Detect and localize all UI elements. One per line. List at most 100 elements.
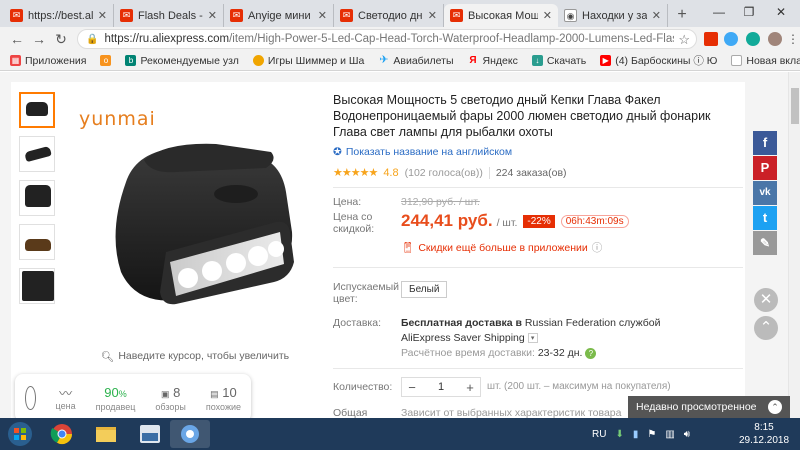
twitter-icon[interactable]: t: [753, 206, 777, 230]
thumbnail-4[interactable]: [19, 224, 55, 260]
rating-votes[interactable]: (102 голоса(ов)): [405, 167, 483, 179]
yandex-icon: Я: [469, 55, 477, 66]
tray-arrow-icon[interactable]: ⬇: [615, 429, 623, 440]
delivery-destination[interactable]: Russian Federation службой: [522, 317, 661, 329]
bookmark-flights[interactable]: ✈ Авиабилеты: [378, 55, 453, 67]
rating-stars[interactable]: ★★★★★: [333, 166, 378, 179]
bookmark-new-tab[interactable]: Новая вкладка: [731, 55, 800, 67]
chevron-down-icon[interactable]: ▾: [527, 333, 538, 344]
color-row: Испускаемый цвет: Белый: [333, 281, 743, 305]
menu-kebab-icon[interactable]: ⋮: [784, 30, 800, 48]
forward-icon[interactable]: →: [30, 30, 48, 48]
chevron-up-icon[interactable]: ⌃: [768, 400, 782, 414]
color-option-white[interactable]: Белый: [401, 281, 448, 298]
quantity-row: Количество: − 1 + шт. (200 шт. – максиму…: [333, 377, 743, 397]
maximize-button[interactable]: ❐: [736, 3, 762, 21]
extension-aliexpress-icon[interactable]: [704, 32, 718, 46]
thumbnail-2[interactable]: [19, 136, 55, 172]
bookmark-download[interactable]: ↓ Скачать: [531, 55, 586, 67]
delivery-row: Доставка: Бесплатная доставка в Russian …: [333, 317, 743, 360]
close-icon[interactable]: ✕: [543, 9, 552, 22]
facebook-icon[interactable]: f: [753, 131, 777, 155]
increment-button[interactable]: +: [460, 380, 480, 395]
tab-3[interactable]: ✉ Anyige мини ф ✕: [224, 4, 334, 27]
tab-4[interactable]: ✉ Светодио дный ✕: [334, 4, 444, 27]
close-icon[interactable]: ✕: [428, 9, 437, 22]
bookmark-star-icon[interactable]: ☆: [678, 32, 690, 48]
windows-start-button[interactable]: [2, 419, 38, 449]
bookmark-label: Яндекс: [482, 54, 518, 67]
globe-icon: ◉: [564, 9, 577, 22]
edit-icon[interactable]: ✎: [753, 231, 777, 255]
scroll-up-icon[interactable]: ⌃: [754, 316, 778, 340]
taskbar-clock[interactable]: 8:15 29.12.2018: [738, 421, 790, 447]
social-share-bar: f P vk t ✎: [753, 131, 777, 256]
thumbnail-5[interactable]: [19, 268, 55, 304]
vk-icon[interactable]: vk: [753, 181, 777, 205]
extension-download-icon[interactable]: [724, 32, 738, 46]
close-icon[interactable]: ✕: [208, 9, 217, 22]
clock-time: 8:15: [754, 422, 774, 433]
divider: [333, 368, 743, 369]
info-icon[interactable]: ⓘ: [592, 240, 603, 255]
pinterest-icon[interactable]: P: [753, 156, 777, 180]
shipping-service[interactable]: AliExpress Saver Shipping: [401, 332, 525, 344]
tray-flag-icon[interactable]: ⚑: [647, 429, 656, 440]
close-circle-icon[interactable]: ✕: [754, 288, 778, 312]
tab-6[interactable]: ◉ Находки у зар ✕: [558, 4, 668, 27]
stat-price[interactable]: 〰 цена: [56, 386, 76, 411]
scrollbar-thumb[interactable]: [791, 88, 799, 124]
tab-5-active[interactable]: ✉ Высокая Мощн ✕: [444, 4, 558, 27]
tab-1[interactable]: ✉ https://best.aliexp ✕: [4, 4, 114, 27]
extension-shield-icon[interactable]: [746, 32, 760, 46]
recently-viewed-bar[interactable]: Недавно просмотренное ⌃: [628, 396, 790, 418]
bookmark-games[interactable]: Игры Шиммер и Ша: [252, 55, 364, 67]
back-icon[interactable]: ←: [8, 30, 26, 48]
quantity-input[interactable]: 1: [422, 381, 460, 393]
game-icon: [252, 55, 264, 66]
decrement-button[interactable]: −: [402, 380, 422, 395]
stat-similar[interactable]: ▤ 10 похожие: [206, 385, 241, 412]
tray-app-icon[interactable]: ▮: [633, 429, 639, 440]
help-icon[interactable]: ?: [585, 348, 597, 359]
product-image[interactable]: [66, 82, 328, 337]
thumbnail-3[interactable]: [19, 180, 55, 216]
volume-icon[interactable]: 🔊︎: [684, 429, 690, 440]
clock-date: 29.12.2018: [738, 435, 790, 446]
thumbnail-1[interactable]: [19, 92, 55, 128]
bookmark-ok[interactable]: o: [100, 55, 112, 66]
reload-icon[interactable]: ↻: [52, 30, 70, 48]
price-box: Цена: 312,90 руб. / шт. Цена со скидкой:…: [333, 188, 743, 255]
taskbar-chrome[interactable]: [42, 420, 82, 448]
bookmark-label: Рекомендуемые узл: [140, 54, 239, 67]
bookmark-apps[interactable]: ▦ Приложения: [10, 55, 86, 67]
close-icon[interactable]: ✕: [318, 9, 327, 22]
delivery-label: Доставка:: [333, 317, 382, 329]
bookmark-recommended[interactable]: b Рекомендуемые узл: [125, 54, 239, 67]
page-scrollbar[interactable]: [788, 72, 800, 418]
new-tab-button[interactable]: +: [673, 6, 691, 24]
taskbar-media-player[interactable]: [130, 420, 170, 448]
tab-title: Светодио дный: [358, 9, 423, 22]
stat-reviews[interactable]: ▣ 8 обзоры: [155, 385, 185, 412]
minimize-button[interactable]: —: [706, 3, 732, 21]
language-indicator[interactable]: RU: [592, 429, 606, 440]
taskbar-active-app[interactable]: [170, 420, 210, 448]
close-icon[interactable]: ✕: [652, 9, 661, 22]
bing-icon: b: [125, 55, 137, 66]
address-bar[interactable]: 🔒 https://ru.aliexpress.com/item/High-Po…: [77, 29, 697, 49]
stat-seller-label: продавец: [95, 401, 136, 412]
tab-2[interactable]: ✉ Flash Deals - Al ✕: [114, 4, 224, 27]
network-icon[interactable]: ▥: [665, 429, 674, 440]
media-player-icon: [140, 425, 160, 443]
window-close-button[interactable]: ✕: [768, 3, 794, 21]
bookmark-yandex[interactable]: Я Яндекс: [468, 54, 518, 67]
show-english-link[interactable]: ✪ Показать название на английском: [333, 146, 743, 158]
stat-seller[interactable]: 90% продавец: [96, 385, 136, 412]
close-icon[interactable]: ✕: [98, 9, 107, 22]
profile-avatar[interactable]: [768, 32, 782, 46]
bookmark-youtube[interactable]: ▶ (4) Барбоскины ⓘ Ю: [600, 53, 717, 68]
app-promo-link[interactable]: 📱︎ Скидки ещё больше в приложении ⓘ: [401, 240, 743, 255]
page-icon: [731, 55, 743, 66]
taskbar-explorer[interactable]: [86, 420, 126, 448]
